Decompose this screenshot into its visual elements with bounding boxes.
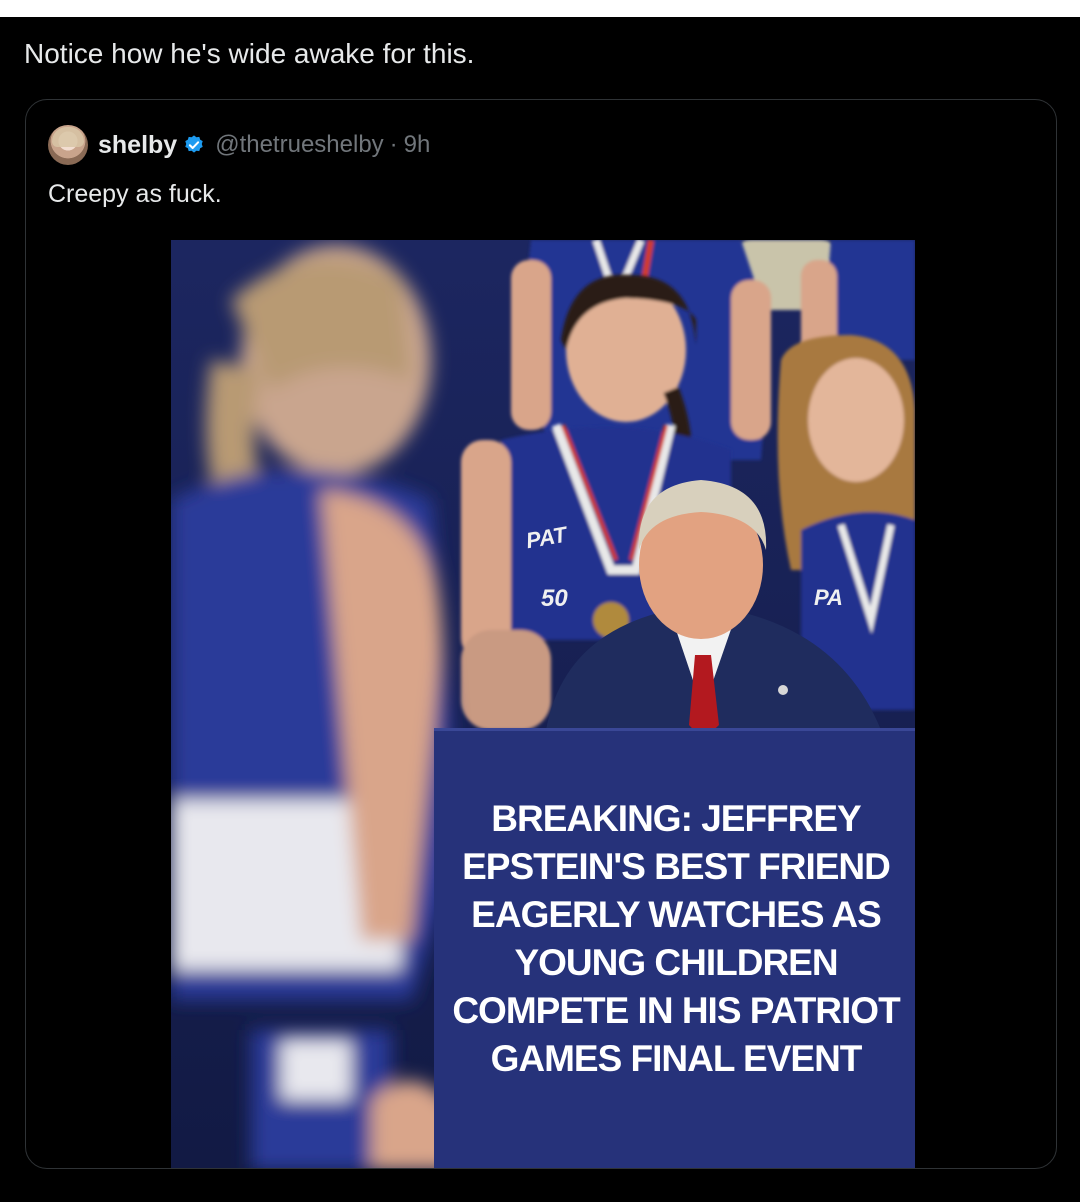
user-avatar[interactable] — [48, 125, 88, 165]
headline-line: BREAKING: JEFFREY — [491, 798, 861, 839]
headline-line: EPSTEIN'S BEST FRIEND — [462, 846, 891, 887]
headline-line: GAMES FINAL EVENT — [490, 1038, 863, 1079]
image-headline: BREAKING: JEFFREY EPSTEIN'S BEST FRIEND … — [436, 795, 915, 1083]
headline-line: EAGERLY WATCHES AS — [471, 894, 882, 935]
jersey-number: 50 — [541, 585, 568, 612]
headline-line: YOUNG CHILDREN — [514, 942, 838, 983]
quoted-post-card[interactable]: shelby @thetrueshelby · 9h Creepy as fuc… — [25, 99, 1057, 1169]
quoted-post-header: shelby @thetrueshelby · 9h — [48, 125, 430, 165]
post-timestamp[interactable]: 9h — [404, 131, 431, 159]
top-strip — [0, 0, 1080, 17]
quoted-post-text: Creepy as fuck. — [48, 180, 222, 208]
author-handle[interactable]: @thetrueshelby — [215, 131, 383, 159]
separator-dot: · — [389, 131, 398, 158]
post-text: Notice how he's wide awake for this. — [24, 38, 475, 69]
verified-badge-icon — [185, 135, 203, 153]
post-image[interactable]: PAT 50 PA BREAKING: JEFFREY EPSTEIN'S BE… — [171, 240, 915, 1168]
jersey-text: PA — [814, 585, 843, 610]
headline-line: COMPETE IN HIS PATRIOT — [452, 990, 900, 1031]
author-name[interactable]: shelby — [98, 131, 177, 160]
